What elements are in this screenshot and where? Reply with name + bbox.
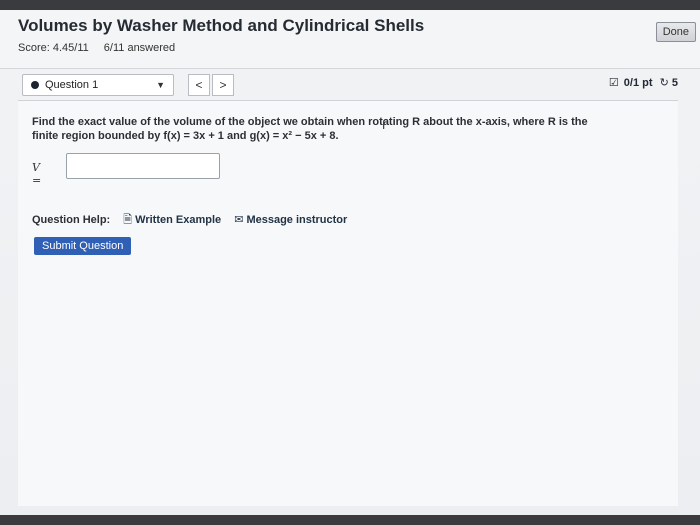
question-select-label: Question 1 [45, 79, 99, 91]
retries-count: 5 [671, 77, 678, 89]
answer-label: V = [32, 161, 42, 187]
retry-icon: ↻ [659, 77, 669, 89]
status-dot-icon [31, 81, 39, 89]
question-help: Question Help: 🗎 Written Example ✉ Message… [32, 211, 347, 230]
text-cursor-icon: I [382, 118, 386, 132]
question-navigation-bar: Question 1 ▼ < > ☑ 0/1 pt ↻ 5 [18, 66, 682, 100]
screen: Volumes by Washer Method and Cylindrical… [0, 10, 700, 515]
chevron-down-icon: ▼ [156, 80, 165, 90]
points-indicator: ☑ 0/1 pt ↻ 5 [609, 76, 678, 89]
done-button[interactable]: Done [655, 22, 696, 42]
points-text: 0/1 pt [623, 77, 653, 89]
question-line-2: finite region bounded by f(x) = 3x + 1 a… [32, 130, 339, 142]
question-select[interactable]: Question 1 ▼ [22, 74, 174, 96]
submit-question-button[interactable]: Submit Question [34, 237, 132, 255]
envelope-icon: ✉ [234, 214, 244, 226]
prev-question-button[interactable]: < [188, 74, 210, 96]
message-instructor-link[interactable]: ✉ Message instructor [234, 214, 347, 226]
score-line: Score: 4.45/11 6/11 answered [18, 42, 187, 54]
message-instructor-label: Message instructor [246, 214, 348, 226]
question-text: Find the exact value of the volume of th… [32, 115, 592, 143]
checkbox-icon: ☑ [608, 77, 619, 89]
score-text: Score: 4.45/11 [18, 42, 89, 54]
written-example-label: Written Example [135, 214, 222, 226]
question-line-1: Find the exact value of the volume of th… [32, 116, 588, 128]
written-example-link[interactable]: 🗎 Written Example [123, 214, 224, 226]
question-content: Find the exact value of the volume of th… [18, 100, 678, 506]
answered-text: 6/11 answered [103, 42, 176, 54]
help-label: Question Help: [32, 214, 111, 226]
assignment-title: Volumes by Washer Method and Cylindrical… [18, 16, 425, 35]
next-question-button[interactable]: > [212, 74, 234, 96]
document-icon: 🗎 [123, 214, 133, 226]
assignment-header: Volumes by Washer Method and Cylindrical… [0, 10, 700, 69]
answer-input[interactable] [66, 153, 220, 179]
